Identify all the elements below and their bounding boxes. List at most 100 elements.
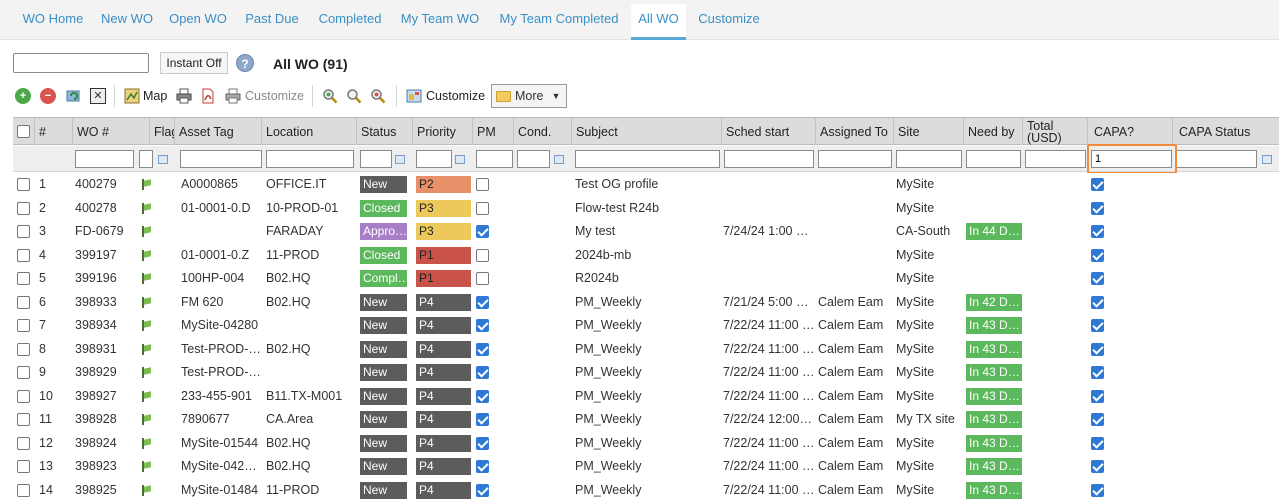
col-pm[interactable]: PM: [473, 118, 514, 145]
flag-icon[interactable]: [141, 367, 151, 378]
row-select-checkbox[interactable]: [17, 225, 30, 238]
flag-icon[interactable]: [141, 344, 151, 355]
col-flag[interactable]: Flag: [150, 118, 175, 145]
col-total[interactable]: Total (USD): [1023, 118, 1088, 145]
filter-menu-icon[interactable]: [158, 155, 168, 164]
tab-new-wo[interactable]: New WO: [94, 4, 160, 36]
filter-cond[interactable]: [517, 150, 550, 168]
filter-sched-start[interactable]: [724, 150, 814, 168]
table-row[interactable]: 2 400278 01-0001-0.D 10-PROD-01 Closed P3 Flow…: [13, 197, 1279, 220]
customize-icon[interactable]: [406, 88, 422, 104]
row-select-checkbox[interactable]: [17, 366, 30, 379]
table-row[interactable]: 9 398929 Test-PROD-0… New P4 PM_Weekly 7/22/24…: [13, 361, 1279, 384]
search-input[interactable]: [13, 53, 149, 73]
help-icon[interactable]: ?: [236, 54, 254, 72]
flag-icon[interactable]: [141, 226, 151, 237]
table-row[interactable]: 7 398934 MySite-04280 New P4 PM_Weekly 7/22/24…: [13, 314, 1279, 337]
pdf-icon[interactable]: [200, 88, 216, 104]
table-row[interactable]: 8 398931 Test-PROD-0… B02.HQ New P4 PM_Weekly 7…: [13, 338, 1279, 361]
filter-wo[interactable]: [75, 150, 134, 168]
customize-label[interactable]: Customize: [426, 89, 485, 103]
print-icon[interactable]: [176, 88, 192, 104]
flag-icon[interactable]: [141, 461, 151, 472]
customize-report-label[interactable]: Customize: [245, 89, 304, 103]
filter-need-by[interactable]: [966, 150, 1021, 168]
wo-number[interactable]: 399196: [75, 267, 147, 290]
table-row[interactable]: 12 398924 MySite-01544 B02.HQ New P4 PM_Weekly…: [13, 432, 1279, 455]
row-select-checkbox[interactable]: [17, 437, 30, 450]
print-report-icon[interactable]: [225, 88, 241, 104]
row-select-checkbox[interactable]: [17, 178, 30, 191]
tab-my-team-completed[interactable]: My Team Completed: [490, 4, 628, 36]
row-select-checkbox[interactable]: [17, 343, 30, 356]
tab-open-wo[interactable]: Open WO: [162, 4, 234, 36]
flag-icon[interactable]: [141, 297, 151, 308]
zoom-out-icon[interactable]: [370, 88, 386, 104]
flag-icon[interactable]: [141, 485, 151, 496]
flag-icon[interactable]: [141, 273, 151, 284]
instant-search-toggle[interactable]: Instant Off: [160, 52, 228, 74]
row-select-checkbox[interactable]: [17, 484, 30, 497]
table-row[interactable]: 1 400279 A0000865 OFFICE.IT New P2 Test OG pro…: [13, 173, 1279, 196]
col-subject[interactable]: Subject: [572, 118, 722, 145]
tab-all-wo[interactable]: All WO: [631, 4, 686, 40]
row-select-checkbox[interactable]: [17, 319, 30, 332]
clear-icon[interactable]: ✕: [90, 88, 106, 104]
filter-location[interactable]: [266, 150, 354, 168]
table-row[interactable]: 5 399196 100HP-004 B02.HQ Compl… P1 R2024b MySi…: [13, 267, 1279, 290]
filter-menu-icon[interactable]: [1262, 155, 1272, 164]
row-select-checkbox[interactable]: [17, 272, 30, 285]
flag-icon[interactable]: [141, 438, 151, 449]
refresh-icon[interactable]: [66, 88, 82, 104]
wo-number[interactable]: 400279: [75, 173, 147, 196]
flag-icon[interactable]: [141, 391, 151, 402]
table-row[interactable]: 11 398928 7890677 CA.Area New P4 PM_Weekly 7/22…: [13, 408, 1279, 431]
table-row[interactable]: 4 399197 01-0001-0.Z 11-PROD Closed P1 2024b-m…: [13, 244, 1279, 267]
flag-icon[interactable]: [141, 179, 151, 190]
filter-menu-icon[interactable]: [554, 155, 564, 164]
col-site[interactable]: Site: [894, 118, 964, 145]
filter-menu-icon[interactable]: [395, 155, 405, 164]
wo-number[interactable]: 398927: [75, 385, 147, 408]
col-assigned-to[interactable]: Assigned To: [816, 118, 894, 145]
wo-number[interactable]: 398928: [75, 408, 147, 431]
tab-my-team-wo[interactable]: My Team WO: [392, 4, 488, 36]
zoom-icon[interactable]: [346, 88, 362, 104]
add-icon[interactable]: +: [15, 88, 31, 104]
filter-assigned-to[interactable]: [818, 150, 892, 168]
wo-number[interactable]: 398931: [75, 338, 147, 361]
col-asset-tag[interactable]: Asset Tag: [175, 118, 262, 145]
filter-flag[interactable]: [139, 150, 153, 168]
col-status[interactable]: Status: [357, 118, 413, 145]
wo-number[interactable]: 398929: [75, 361, 147, 384]
flag-icon[interactable]: [141, 414, 151, 425]
row-select-checkbox[interactable]: [17, 296, 30, 309]
flag-icon[interactable]: [141, 320, 151, 331]
tab-customize[interactable]: Customize: [690, 4, 768, 36]
wo-number[interactable]: 399197: [75, 244, 147, 267]
zoom-in-icon[interactable]: [322, 88, 338, 104]
wo-number[interactable]: 398933: [75, 291, 147, 314]
filter-status[interactable]: [360, 150, 392, 168]
wo-number[interactable]: 398923: [75, 455, 147, 478]
row-select-checkbox[interactable]: [17, 413, 30, 426]
row-select-checkbox[interactable]: [17, 202, 30, 215]
wo-number[interactable]: 398924: [75, 432, 147, 455]
filter-subject[interactable]: [575, 150, 720, 168]
tab-wo-home[interactable]: WO Home: [14, 4, 92, 36]
wo-number[interactable]: 400278: [75, 197, 147, 220]
map-label[interactable]: Map: [143, 89, 167, 103]
col-priority[interactable]: Priority: [413, 118, 473, 145]
flag-icon[interactable]: [141, 203, 151, 214]
col-cond[interactable]: Cond.: [514, 118, 572, 145]
wo-number[interactable]: FD-0679: [75, 220, 147, 243]
col-capa[interactable]: CAPA?: [1088, 118, 1173, 145]
map-icon[interactable]: [124, 88, 140, 104]
table-row[interactable]: 13 398923 MySite-0427… B02.HQ New P4 PM_Weekly…: [13, 455, 1279, 478]
wo-number[interactable]: 398934: [75, 314, 147, 337]
filter-pm[interactable]: [476, 150, 513, 168]
row-select-checkbox[interactable]: [17, 460, 30, 473]
tab-completed[interactable]: Completed: [310, 4, 390, 36]
col-sched-start[interactable]: Sched start: [722, 118, 816, 145]
table-row[interactable]: 3 FD-0679 FARADAY Appro… P3 My test 7/24/24 1:…: [13, 220, 1279, 243]
